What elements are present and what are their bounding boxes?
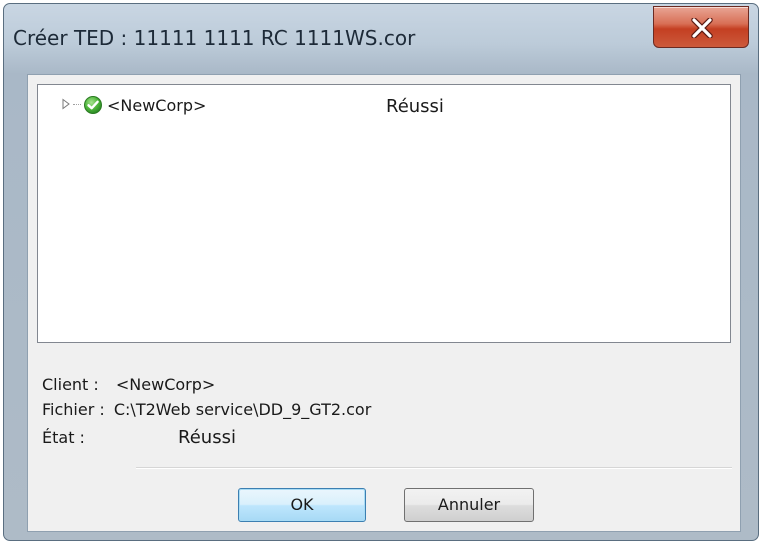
client-value: <NewCorp> bbox=[115, 375, 216, 394]
green-check-icon bbox=[84, 96, 102, 114]
tree-view[interactable]: <NewCorp> Réussi bbox=[37, 84, 731, 343]
tree-connector bbox=[73, 104, 81, 106]
fichier-label: Fichier : bbox=[42, 400, 105, 419]
dialog-window: Créer TED : 11111 1111 RC 1111WS.cor <Ne… bbox=[3, 3, 759, 541]
etat-row: État : Réussi bbox=[42, 427, 236, 448]
fichier-row: Fichier : C:\T2Web service\DD_9_GT2.cor bbox=[42, 400, 371, 419]
close-button[interactable] bbox=[653, 6, 749, 48]
separator bbox=[136, 467, 732, 469]
close-icon bbox=[691, 18, 713, 38]
client-row: Client : <NewCorp> bbox=[42, 375, 215, 394]
cancel-button[interactable]: Annuler bbox=[404, 488, 534, 522]
expand-arrow-icon[interactable] bbox=[61, 98, 71, 110]
tree-item-name: <NewCorp> bbox=[107, 96, 207, 115]
fichier-value: C:\T2Web service\DD_9_GT2.cor bbox=[113, 400, 372, 419]
window-title: Créer TED : 11111 1111 RC 1111WS.cor bbox=[13, 26, 416, 50]
content-panel: <NewCorp> Réussi Client : <NewCorp> Fich… bbox=[27, 74, 741, 532]
etat-value: Réussi bbox=[178, 427, 236, 448]
tree-item[interactable]: <NewCorp> Réussi bbox=[38, 95, 730, 117]
tree-item-status: Réussi bbox=[386, 96, 444, 117]
etat-label: État : bbox=[42, 428, 85, 447]
ok-button[interactable]: OK bbox=[238, 488, 366, 522]
client-label: Client : bbox=[42, 375, 99, 394]
